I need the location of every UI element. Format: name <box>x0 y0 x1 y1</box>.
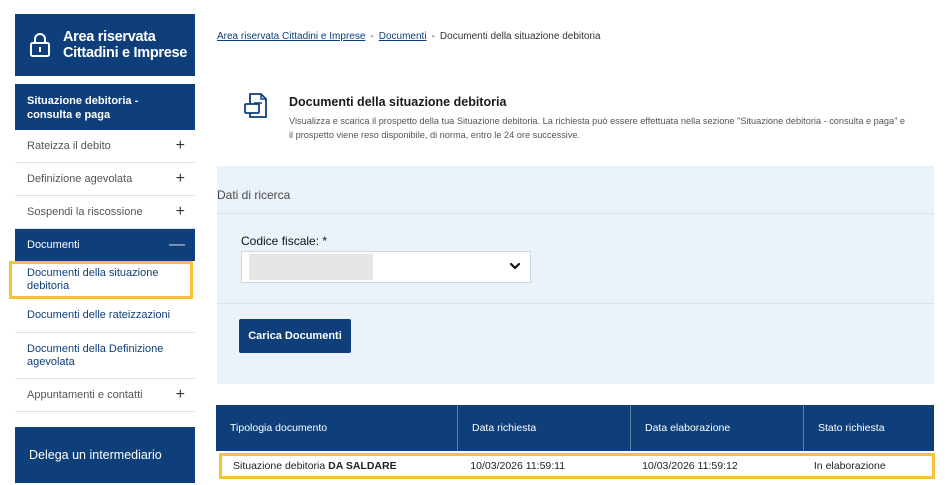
search-panel: Dati di ricerca Codice fiscale: * Carica… <box>217 166 934 384</box>
subitem-label-line2: debitoria <box>27 280 70 292</box>
breadcrumb-link-documenti[interactable]: Documenti <box>379 31 427 42</box>
search-panel-title: Dati di ricerca <box>217 188 291 202</box>
expand-plus-icon[interactable]: + <box>176 170 185 188</box>
column-header-stato: Stato richiesta <box>818 422 885 434</box>
sidebar-subitem-documenti-situazione-debitoria[interactable]: Documenti della situazione debitoria <box>9 261 193 299</box>
column-header-data-richiesta: Data richiesta <box>458 405 631 451</box>
section-title-line1: Situazione debitoria - <box>27 95 139 107</box>
table-row[interactable]: Situazione debitoria DA SALDARE 10/03/20… <box>219 453 935 479</box>
sidebar: Area riservata Cittadini e Imprese Situa… <box>9 14 195 483</box>
breadcrumb: Area riservata Cittadini e Imprese - Docum… <box>217 31 601 42</box>
codice-fiscale-label: Codice fiscale: * <box>241 234 328 248</box>
expand-plus-icon[interactable]: + <box>176 203 185 221</box>
sidebar-item-label: Appuntamenti e contatti <box>27 389 143 401</box>
column-header-tipologia: Tipologia documento <box>216 405 458 451</box>
carica-documenti-button[interactable]: Carica Documenti <box>239 319 351 353</box>
subitem-label-line1: Documenti della situazione <box>27 267 159 279</box>
collapse-minus-icon[interactable]: — <box>169 236 185 254</box>
delega-intermediario-button[interactable]: Delega un intermediario <box>15 427 195 483</box>
sidebar-item-definizione-agevolata[interactable]: Definizione agevolata + <box>15 163 195 196</box>
breadcrumb-separator: - <box>370 31 374 42</box>
cell-data-richiesta: 10/03/2026 11:59:11 <box>470 460 566 472</box>
tipologia-status: DA SALDARE <box>328 460 397 472</box>
section-title-line2: consulta e paga <box>27 109 111 121</box>
sidebar-item-documenti[interactable]: Documenti — <box>15 229 195 261</box>
sidebar-subitem-documenti-definizione-agevolata[interactable]: Documenti della Definizione agevolata <box>15 333 195 379</box>
sidebar-item-label: Documenti <box>27 239 80 251</box>
divider <box>217 303 934 304</box>
lock-icon <box>30 33 50 57</box>
sidebar-item-appuntamenti-contatti[interactable]: Appuntamenti e contatti + <box>15 379 195 412</box>
breadcrumb-current: Documenti della situazione debitoria <box>439 31 601 42</box>
reserved-area-title: Area riservata Cittadini e Imprese <box>63 29 187 61</box>
reserved-area-title-line1: Area riservata <box>63 29 156 45</box>
column-header-data-elaborazione: Data elaborazione <box>631 405 804 451</box>
sidebar-subitem-documenti-rateizzazioni[interactable]: Documenti delle rateizzazioni <box>15 299 195 333</box>
sidebar-item-label: Sospendi la riscossione <box>27 206 143 218</box>
breadcrumb-separator: - <box>431 31 435 42</box>
redacted-value <box>249 254 373 280</box>
sidebar-section-situazione-debitoria[interactable]: Situazione debitoria - consulta e paga <box>15 84 195 130</box>
page-description: Visualizza e scarica il prospetto della … <box>289 116 906 140</box>
results-table: Tipologia documento Data richiesta Data … <box>216 405 935 479</box>
table-header: Tipologia documento Data richiesta Data … <box>216 405 934 451</box>
page-title: Documenti della situazione debitoria <box>289 95 507 109</box>
reserved-area-title-line2: Cittadini e Imprese <box>63 45 188 61</box>
subitem-label-line1: Documenti della Definizione <box>27 342 164 355</box>
reserved-area-header[interactable]: Area riservata Cittadini e Imprese <box>15 14 195 76</box>
breadcrumb-link-area-riservata[interactable]: Area riservata Cittadini e Imprese <box>217 31 365 42</box>
sidebar-item-label: Definizione agevolata <box>27 173 133 185</box>
chevron-down-icon <box>509 262 521 270</box>
divider <box>217 213 934 214</box>
expand-plus-icon[interactable]: + <box>176 137 185 155</box>
document-icon <box>244 93 267 118</box>
cell-data-elaborazione: 10/03/2026 11:59:12 <box>642 460 738 472</box>
subitem-label-line2: agevolata <box>27 355 75 368</box>
tipologia-text: Situazione debitoria <box>233 460 329 472</box>
codice-fiscale-select[interactable] <box>241 251 531 283</box>
subitem-label: Documenti delle rateizzazioni <box>27 309 171 321</box>
cell-tipologia: Situazione debitoria DA SALDARE <box>222 456 459 476</box>
sidebar-item-sospendi-riscossione[interactable]: Sospendi la riscossione + <box>15 196 195 229</box>
expand-plus-icon[interactable]: + <box>176 386 185 404</box>
sidebar-item-label: Rateizza il debito <box>27 140 111 152</box>
sidebar-item-rateizza[interactable]: Rateizza il debito + <box>15 130 195 163</box>
cell-stato: In elaborazione <box>813 460 886 472</box>
delega-label: Delega un intermediario <box>29 448 162 462</box>
